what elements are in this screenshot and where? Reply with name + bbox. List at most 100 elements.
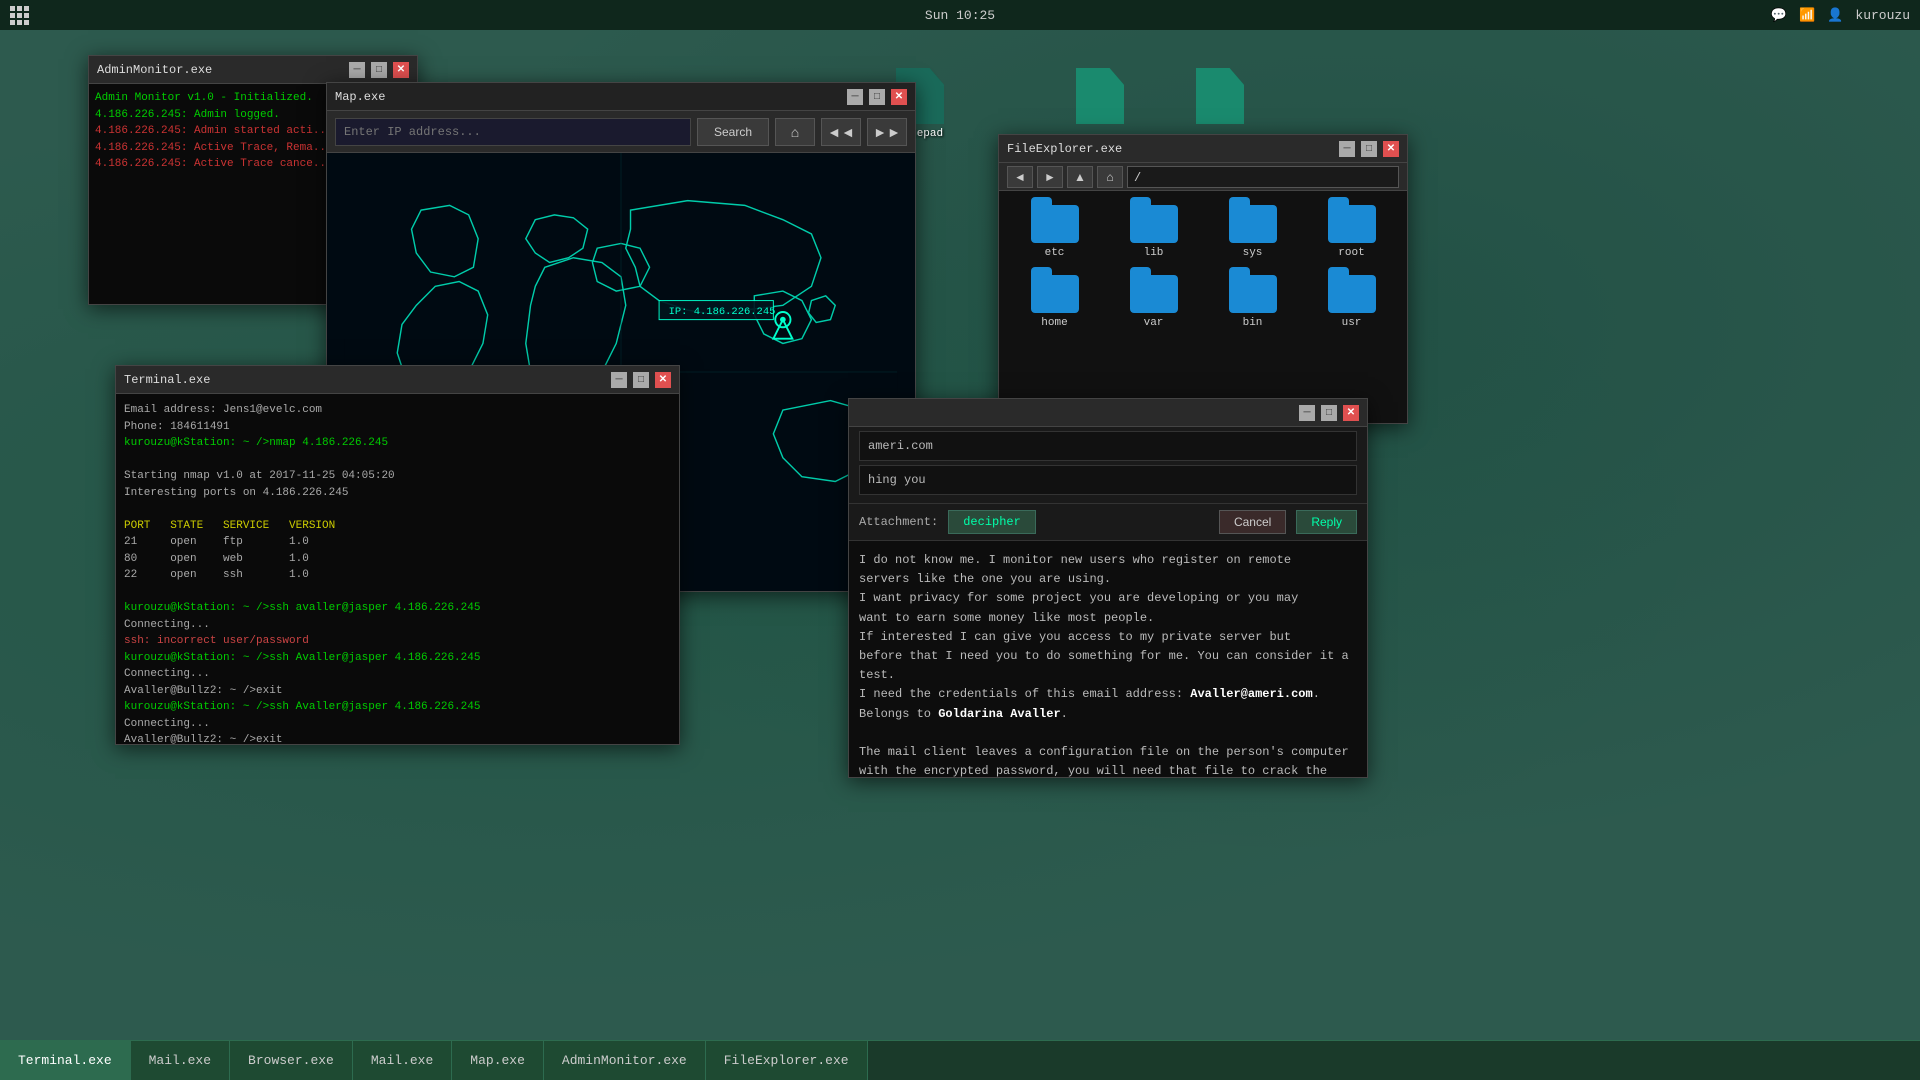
email-cancel-btn[interactable]: Cancel [1219, 510, 1286, 534]
folder-etc[interactable]: etc [1009, 201, 1100, 263]
admin-maximize-btn[interactable]: □ [371, 62, 387, 78]
terminal-title: Terminal.exe [124, 373, 611, 387]
topbar: Sun 10:25 💬 📶 👤 kurouzu [0, 0, 1920, 30]
file-titlebar: FileExplorer.exe ─ □ ✕ [999, 135, 1407, 163]
wifi-icon: 📶 [1799, 8, 1815, 23]
map-search-btn[interactable]: Search [697, 118, 769, 146]
taskbar-browser[interactable]: Browser.exe [230, 1041, 353, 1080]
terminal-line: PORT STATE SERVICE VERSION [124, 518, 671, 535]
map-prev-btn[interactable]: ◄◄ [821, 118, 861, 146]
terminal-line: kurouzu@kStation: ~ />nmap 4.186.226.245 [124, 435, 671, 452]
email-close-btn[interactable]: ✕ [1343, 405, 1359, 421]
folder-label-home: home [1041, 317, 1067, 329]
terminal-line: Connecting... [124, 666, 671, 683]
taskbar-mail1-label: Mail.exe [149, 1053, 211, 1068]
file-back-btn[interactable]: ◄ [1007, 166, 1033, 188]
email-to-field[interactable]: ameri.com [859, 431, 1357, 461]
file-up-btn[interactable]: ▲ [1067, 166, 1093, 188]
email-subject-value: hing you [868, 473, 926, 487]
email-attachment-btn[interactable]: decipher [948, 510, 1036, 534]
map-controls: ─ □ ✕ [847, 89, 907, 105]
folder-label-usr: usr [1342, 317, 1362, 329]
folder-home[interactable]: home [1009, 271, 1100, 333]
admin-minimize-btn[interactable]: ─ [349, 62, 365, 78]
file-maximize-btn[interactable]: □ [1361, 141, 1377, 157]
folder-var[interactable]: var [1108, 271, 1199, 333]
file-minimize-btn[interactable]: ─ [1339, 141, 1355, 157]
map-title: Map.exe [335, 90, 847, 104]
folder-icon-lib [1130, 205, 1178, 243]
folder-root[interactable]: root [1306, 201, 1397, 263]
terminal-line: Connecting... [124, 617, 671, 634]
email-reply-btn[interactable]: Reply [1296, 510, 1357, 534]
email-actions: Attachment: decipher Cancel Reply [849, 504, 1367, 541]
email-fields: ameri.com hing you [849, 427, 1367, 504]
terminal-line: Avaller@Bullz2: ~ />exit [124, 732, 671, 744]
file-forward-btn[interactable]: ► [1037, 166, 1063, 188]
chat-icon[interactable]: 💬 [1771, 8, 1787, 23]
terminal-content: Email address: Jens1@evelc.com Phone: 18… [116, 394, 679, 744]
folder-label-etc: etc [1045, 247, 1065, 259]
map-close-btn[interactable]: ✕ [891, 89, 907, 105]
file-close-btn[interactable]: ✕ [1383, 141, 1399, 157]
terminal-line: kurouzu@kStation: ~ />ssh avaller@jasper… [124, 600, 671, 617]
terminal-minimize-btn[interactable]: ─ [611, 372, 627, 388]
taskbar-map[interactable]: Map.exe [452, 1041, 544, 1080]
email-subject-field[interactable]: hing you [859, 465, 1357, 495]
folder-sys[interactable]: sys [1207, 201, 1298, 263]
folder-lib[interactable]: lib [1108, 201, 1199, 263]
folder-label-var: var [1144, 317, 1164, 329]
terminal-line [124, 501, 671, 518]
email-body: I do not know me. I monitor new users wh… [849, 541, 1367, 777]
map-next-btn[interactable]: ►► [867, 118, 907, 146]
admin-close-btn[interactable]: ✕ [393, 62, 409, 78]
folder-icon-home [1031, 275, 1079, 313]
file2-icon [1196, 68, 1244, 124]
email-maximize-btn[interactable]: □ [1321, 405, 1337, 421]
terminal-line: 21 open ftp 1.0 [124, 534, 671, 551]
desktop-icon-file2[interactable] [1180, 68, 1260, 128]
map-minimize-btn[interactable]: ─ [847, 89, 863, 105]
terminal-close-btn[interactable]: ✕ [655, 372, 671, 388]
folder-icon-etc [1031, 205, 1079, 243]
svg-text:IP: 4.186.226.245: IP: 4.186.226.245 [669, 306, 776, 318]
folder-usr[interactable]: usr [1306, 271, 1397, 333]
terminal-maximize-btn[interactable]: □ [633, 372, 649, 388]
folder-label-bin: bin [1243, 317, 1263, 329]
folder-icon-root [1328, 205, 1376, 243]
email-controls: ─ □ ✕ [1299, 405, 1359, 421]
map-ip-input[interactable] [335, 118, 691, 146]
desktop-icon-file1[interactable] [1060, 68, 1140, 128]
taskbar-terminal[interactable]: Terminal.exe [0, 1041, 131, 1080]
file-title: FileExplorer.exe [1007, 142, 1339, 156]
file-controls: ─ □ ✕ [1339, 141, 1399, 157]
user-icon: 👤 [1827, 8, 1843, 23]
terminal-line: 80 open web 1.0 [124, 551, 671, 568]
taskbar-fileexplorer[interactable]: FileExplorer.exe [706, 1041, 868, 1080]
folder-bin[interactable]: bin [1207, 271, 1298, 333]
map-maximize-btn[interactable]: □ [869, 89, 885, 105]
terminal-line: Avaller@Bullz2: ~ />exit [124, 683, 671, 700]
apps-grid-icon[interactable] [10, 6, 29, 25]
taskbar-admin[interactable]: AdminMonitor.exe [544, 1041, 706, 1080]
taskbar-browser-label: Browser.exe [248, 1053, 334, 1068]
folder-icon-var [1130, 275, 1178, 313]
folder-icon-sys [1229, 205, 1277, 243]
map-home-btn[interactable]: ⌂ [775, 118, 815, 146]
topbar-left [10, 6, 29, 25]
file-home-btn[interactable]: ⌂ [1097, 166, 1123, 188]
email-window: ─ □ ✕ ameri.com hing you Attachment: dec… [848, 398, 1368, 778]
admin-titlebar: AdminMonitor.exe ─ □ ✕ [89, 56, 417, 84]
taskbar-mail2[interactable]: Mail.exe [353, 1041, 452, 1080]
terminal-line: Starting nmap v1.0 at 2017-11-25 04:05:2… [124, 468, 671, 485]
taskbar-mail1[interactable]: Mail.exe [131, 1041, 230, 1080]
terminal-controls: ─ □ ✕ [611, 372, 671, 388]
taskbar-mail2-label: Mail.exe [371, 1053, 433, 1068]
terminal-line [124, 584, 671, 601]
folder-label-root: root [1338, 247, 1364, 259]
map-toolbar: Search ⌂ ◄◄ ►► [327, 111, 915, 153]
email-minimize-btn[interactable]: ─ [1299, 405, 1315, 421]
terminal-line: Interesting ports on 4.186.226.245 [124, 485, 671, 502]
file-path: / [1127, 166, 1399, 188]
terminal-line: kurouzu@kStation: ~ />ssh Avaller@jasper… [124, 650, 671, 667]
